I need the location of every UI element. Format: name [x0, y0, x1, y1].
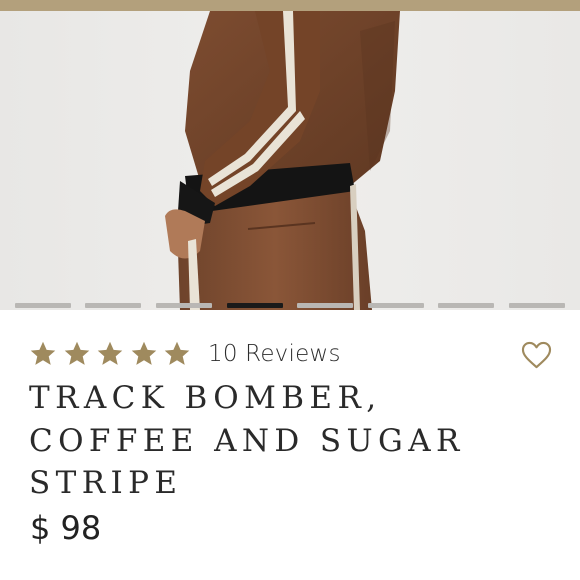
gallery-dot-4-active[interactable] — [227, 303, 283, 308]
star-rating[interactable] — [29, 338, 197, 370]
product-photo — [0, 11, 580, 310]
gallery-pagination — [0, 303, 580, 309]
gallery-dot-1[interactable] — [15, 303, 71, 308]
star-icon — [30, 341, 56, 365]
gallery-dot-3[interactable] — [156, 303, 212, 308]
star-icon — [131, 341, 156, 365]
heart-outline-icon[interactable] — [521, 341, 552, 370]
product-image-gallery[interactable] — [0, 11, 580, 310]
star-icon — [164, 341, 190, 365]
gallery-dot-7[interactable] — [438, 303, 494, 308]
top-accent-bar — [0, 0, 580, 11]
gallery-dot-5[interactable] — [297, 303, 353, 308]
star-icon — [64, 341, 89, 365]
star-icon — [97, 341, 123, 365]
gallery-dot-6[interactable] — [368, 303, 424, 308]
product-price: $ 98 — [30, 509, 102, 547]
gallery-dot-8[interactable] — [509, 303, 565, 308]
gallery-dot-2[interactable] — [85, 303, 141, 308]
reviews-link[interactable]: 10 Reviews — [208, 341, 341, 367]
product-title: TRACK BOMBER, COFFEE AND SUGAR STRIPE — [29, 380, 465, 501]
